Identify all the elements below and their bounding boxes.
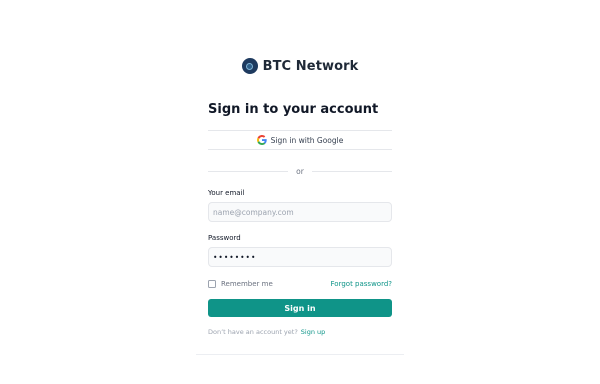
remember-row: Remember me Forgot password? bbox=[208, 279, 392, 289]
divider-line-right bbox=[311, 170, 392, 172]
remember-label: Remember me bbox=[221, 280, 273, 288]
remember-me: Remember me bbox=[208, 280, 273, 288]
password-label: Password bbox=[208, 234, 241, 242]
google-icon bbox=[256, 135, 267, 145]
signin-card: Sign in to your account Sign in with Goo… bbox=[196, 90, 404, 355]
remember-checkbox[interactable] bbox=[208, 280, 216, 288]
google-signin-label: Sign in with Google bbox=[270, 135, 344, 145]
or-divider: or bbox=[208, 166, 392, 176]
signin-button[interactable]: Sign in bbox=[208, 299, 392, 317]
brand-header: BTC Network bbox=[0, 58, 600, 74]
forgot-password-link[interactable]: Forgot password? bbox=[331, 280, 392, 288]
btc-network-logo-icon bbox=[241, 58, 258, 74]
divider-text: or bbox=[296, 166, 304, 176]
divider-line-left bbox=[208, 170, 289, 172]
signup-link[interactable]: Sign up bbox=[301, 328, 326, 336]
google-signin-button[interactable]: Sign in with Google bbox=[208, 130, 392, 150]
signup-row: Don’t have an account yet? Sign up bbox=[208, 328, 325, 336]
brand-name: BTC Network bbox=[262, 58, 359, 74]
signup-prompt: Don’t have an account yet? bbox=[208, 328, 298, 336]
page-title: Sign in to your account bbox=[208, 102, 379, 117]
email-label: Your email bbox=[208, 189, 245, 197]
password-field[interactable] bbox=[208, 247, 392, 267]
email-field[interactable] bbox=[208, 202, 392, 222]
